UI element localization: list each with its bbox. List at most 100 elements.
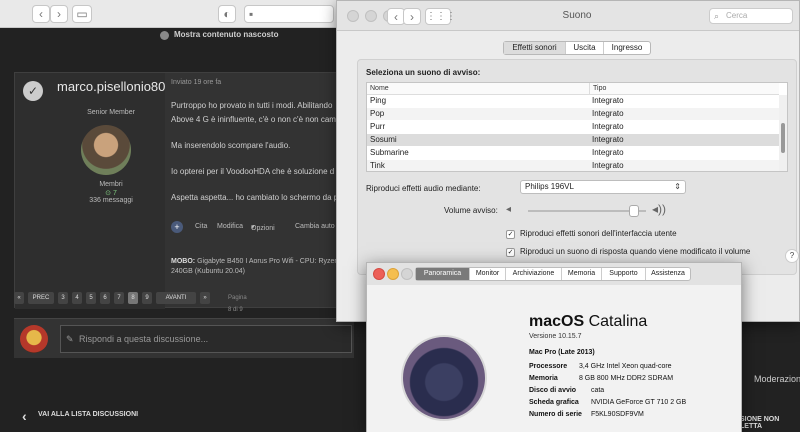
- volume-feedback-label: Riproduci un suono di risposta quando vi…: [520, 247, 751, 256]
- last-page-button[interactable]: »: [200, 292, 210, 304]
- close-button[interactable]: [373, 268, 385, 280]
- about-this-mac-window: Panoramica Monitor Archiviazione Memoria…: [366, 262, 742, 432]
- row-type: Integrato: [592, 122, 624, 131]
- output-device-value: Philips 196VL: [525, 182, 574, 191]
- output-device-select[interactable]: Philips 196VL ⇕: [520, 180, 686, 194]
- spec-startup-disk: Disco di avvio cata: [529, 387, 604, 394]
- hidden-content-icon: [160, 31, 169, 40]
- about-tabs: Panoramica Monitor Archiviazione Memoria…: [415, 267, 691, 281]
- current-page-button[interactable]: 8: [128, 292, 138, 304]
- moderation-link[interactable]: Moderazione: [754, 374, 800, 384]
- tab-memory[interactable]: Memoria: [562, 268, 602, 280]
- first-page-button[interactable]: «: [14, 292, 24, 304]
- spec-label: Processore: [529, 363, 568, 370]
- os-name: macOS: [529, 313, 585, 330]
- macos-catalina-logo: [401, 335, 487, 421]
- page-button[interactable]: 3: [58, 292, 68, 304]
- reply-input[interactable]: ✎ Rispondi a questa discussione...: [60, 325, 352, 353]
- tab-service[interactable]: Assistenza: [646, 268, 690, 280]
- edit-action[interactable]: Modifica: [217, 223, 243, 230]
- tab-storage[interactable]: Archiviazione: [506, 268, 562, 280]
- back-icon[interactable]: ‹: [32, 5, 50, 23]
- page-button[interactable]: 6: [100, 292, 110, 304]
- sound-tabs: Effetti sonori Uscita Ingresso: [503, 41, 651, 55]
- search-icon: ⌕: [714, 11, 720, 21]
- mac-model: Mac Pro (Late 2013): [529, 349, 595, 356]
- column-header-name[interactable]: Nome: [367, 83, 589, 95]
- page-button[interactable]: 7: [114, 292, 124, 304]
- spec-label: Numero di serie: [529, 411, 582, 418]
- spec-label: Scheda grafica: [529, 399, 579, 406]
- user-avatar[interactable]: [20, 325, 48, 353]
- mark-unread-link[interactable]: SIONE NON LETTA: [740, 416, 800, 430]
- volume-slider[interactable]: [528, 205, 646, 217]
- minimize-button[interactable]: [365, 10, 377, 22]
- table-row[interactable]: Ping Integrato: [367, 95, 779, 107]
- forward-icon[interactable]: ›: [50, 5, 68, 23]
- volume-slider-knob[interactable]: [629, 205, 639, 217]
- reply-bar: ✎ Rispondi a questa discussione...: [14, 318, 354, 358]
- table-row[interactable]: Tink Integrato: [367, 160, 779, 171]
- table-row[interactable]: Submarine Integrato: [367, 147, 779, 159]
- spec-graphics: Scheda grafica NVIDIA GeForce GT 710 2 G…: [529, 399, 686, 406]
- help-button[interactable]: ?: [785, 249, 799, 263]
- about-titlebar: Panoramica Monitor Archiviazione Memoria…: [367, 263, 741, 285]
- author-avatar[interactable]: [81, 125, 131, 175]
- author-username[interactable]: marco.pisellonio80: [57, 79, 165, 94]
- post-actions: + Cita Modifica Opzioni ▾ Cambia auto: [171, 221, 345, 235]
- hidden-content-link[interactable]: Mostra contenuto nascosto: [160, 28, 340, 42]
- tab-output[interactable]: Uscita: [566, 42, 604, 54]
- speaker-high-icon: ◂)): [652, 202, 667, 216]
- quote-action[interactable]: Cita: [195, 223, 207, 230]
- spec-label: Disco di avvio: [529, 387, 577, 394]
- post-author-panel: ✓ marco.pisellonio80 Senior Member Membr…: [15, 73, 165, 309]
- zoom-button[interactable]: [401, 268, 413, 280]
- page-of-text: Pagina 8 di 9: [228, 295, 247, 313]
- search-input[interactable]: ⌕ Cerca: [709, 8, 793, 24]
- tab-input[interactable]: Ingresso: [604, 42, 650, 54]
- page-button[interactable]: 5: [86, 292, 96, 304]
- chevron-updown-icon: ⇕: [674, 182, 681, 191]
- page-button[interactable]: 4: [72, 292, 82, 304]
- row-name: Ping: [370, 96, 387, 105]
- table-row[interactable]: Purr Integrato: [367, 121, 779, 133]
- address-bar[interactable]: ▪: [244, 5, 334, 23]
- spec-value: cata: [590, 387, 605, 394]
- table-row-selected[interactable]: Sosumi Integrato: [367, 134, 779, 146]
- table-row[interactable]: Pop Integrato: [367, 108, 779, 120]
- row-type: Integrato: [592, 135, 624, 144]
- prev-page-button[interactable]: PREC: [28, 292, 54, 304]
- reader-icon[interactable]: ◐: [218, 5, 236, 23]
- sound-effects-panel: Seleziona un suono di avviso: Nome Tipo …: [357, 59, 797, 275]
- page-button[interactable]: 9: [142, 292, 152, 304]
- next-page-button[interactable]: AVANTI: [156, 292, 196, 304]
- sidebar-icon[interactable]: ▭: [72, 5, 92, 23]
- back-to-list-label: VAI ALLA LISTA DISCUSSIONI: [38, 411, 139, 418]
- back-to-list-link[interactable]: ‹ VAI ALLA LISTA DISCUSSIONI: [22, 408, 139, 424]
- spec-value: 3,4 GHz Intel Xeon quad-core: [578, 363, 672, 370]
- plus-icon[interactable]: +: [171, 221, 183, 233]
- column-header-type[interactable]: Tipo: [589, 83, 779, 95]
- show-all-grid-icon[interactable]: ⋮⋮⋮: [425, 8, 456, 25]
- search-placeholder: Cerca: [726, 11, 748, 20]
- change-author-action[interactable]: Cambia auto: [295, 223, 335, 230]
- post-content: Inviato 19 ore fa Purtroppo ho provato i…: [167, 73, 345, 309]
- table-scroll-thumb[interactable]: [781, 123, 785, 153]
- minimize-button[interactable]: [387, 268, 399, 280]
- tab-overview[interactable]: Panoramica: [416, 268, 470, 280]
- forward-icon[interactable]: ›: [403, 8, 421, 25]
- spec-label: Memoria: [529, 375, 558, 382]
- os-version: Versione 10.15.7: [529, 333, 582, 340]
- signature-label: MOBO:: [171, 258, 196, 265]
- window-title: Suono: [562, 10, 592, 21]
- post-line: Purtroppo ho provato in tutti i modi. Ab…: [171, 101, 333, 110]
- options-action[interactable]: Opzioni ▾: [251, 223, 275, 232]
- author-message-count: 336 messaggi: [89, 197, 133, 204]
- tab-displays[interactable]: Monitor: [470, 268, 506, 280]
- ui-sounds-checkbox[interactable]: ✓: [506, 230, 515, 239]
- tab-sound-effects[interactable]: Effetti sonori: [504, 42, 566, 54]
- spec-value: NVIDIA GeForce GT 710 2 GB: [590, 399, 687, 406]
- tab-support[interactable]: Supporto: [602, 268, 646, 280]
- volume-feedback-checkbox[interactable]: ✓: [506, 248, 515, 257]
- close-button[interactable]: [347, 10, 359, 22]
